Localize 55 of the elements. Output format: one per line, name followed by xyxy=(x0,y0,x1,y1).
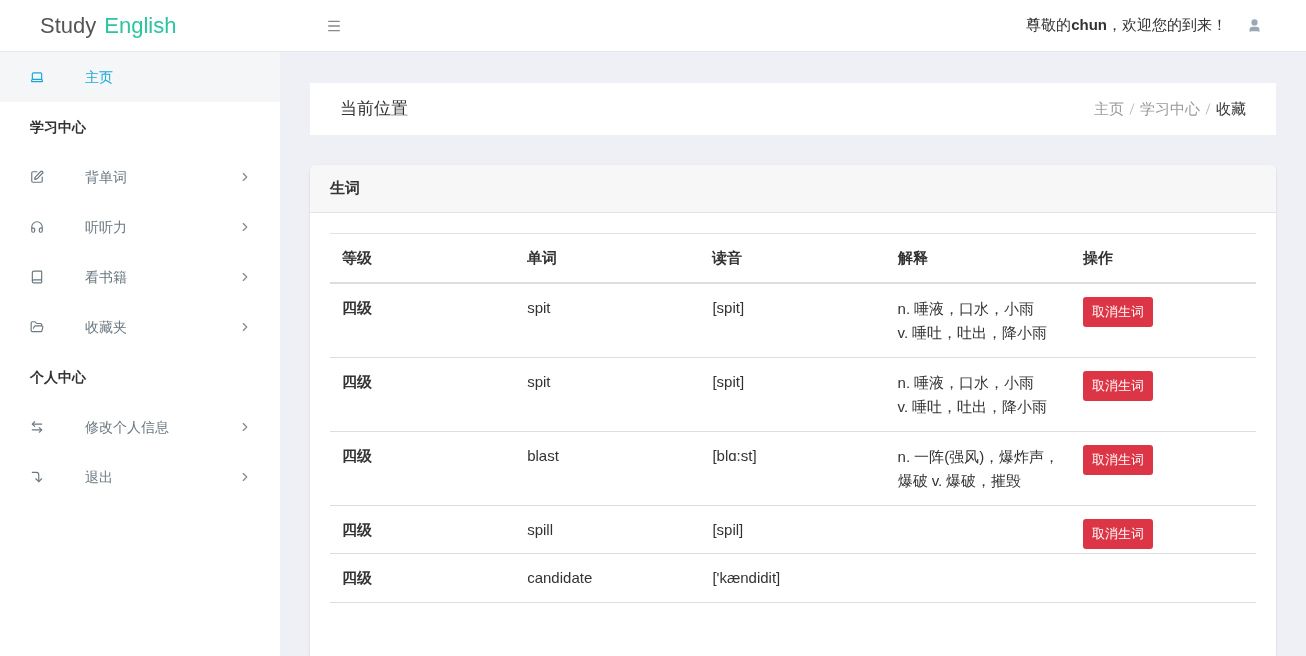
word-cell: spit xyxy=(527,372,551,390)
level-cell: 四级 xyxy=(342,446,372,464)
column-header: 等级 xyxy=(342,248,372,266)
sidebar-item[interactable]: 修改个人信息 xyxy=(0,402,280,452)
sidebar-item[interactable]: 听听力 xyxy=(0,202,280,252)
remove-word-button[interactable]: 取消生词 xyxy=(1082,296,1153,327)
sidebar-item[interactable]: 看书籍 xyxy=(0,252,280,302)
breadcrumb-link[interactable]: 主页 xyxy=(1094,97,1124,121)
section-heading: 学习中心 xyxy=(30,117,86,137)
column-header: 操作 xyxy=(1082,248,1113,266)
word-cell: spit xyxy=(527,298,551,316)
down-arrow-icon xyxy=(30,470,44,484)
user-icon[interactable] xyxy=(1247,18,1262,33)
edit-icon xyxy=(30,170,44,184)
level-cell: 四级 xyxy=(342,520,372,538)
phonetic-cell: [spit] xyxy=(712,372,745,390)
phonetic-cell: [spit] xyxy=(712,298,745,316)
breadcrumb-link[interactable]: 学习中心 xyxy=(1140,97,1200,121)
logo-text: Study xyxy=(40,12,97,40)
column-header: 读音 xyxy=(712,248,743,266)
slash-icon xyxy=(1129,103,1135,115)
sidebar-item[interactable]: 收藏夹 xyxy=(0,302,280,352)
remove-word-button[interactable]: 取消生词 xyxy=(1082,370,1153,401)
slash-icon xyxy=(1205,103,1211,115)
remove-word-button[interactable]: 取消生词 xyxy=(1082,444,1153,475)
level-cell: 四级 xyxy=(342,372,372,390)
word-cell: blast xyxy=(527,446,559,464)
phonetic-cell: [blɑ:st] xyxy=(712,446,757,464)
book-icon xyxy=(30,270,44,284)
laptop-icon xyxy=(30,70,44,84)
remove-word-button[interactable]: 取消生词 xyxy=(1082,518,1153,549)
headphones-icon xyxy=(30,220,44,234)
location-title: 当前位置 xyxy=(340,98,409,121)
meaning-text: n. 一阵(强风)，爆炸声，爆破 v. 爆破，摧毁 xyxy=(897,446,1060,491)
folder-icon xyxy=(30,320,44,334)
meaning-text: n. 唾液，口水，小雨 xyxy=(897,372,1036,393)
logo-text: English xyxy=(104,12,177,40)
word-cell: candidate xyxy=(527,569,593,586)
card-title: 生词 xyxy=(330,178,360,199)
swap-arrows-icon xyxy=(30,420,44,434)
welcome-text: 尊敬的chun，欢迎您的到来！ xyxy=(1026,15,1227,36)
meaning-text: v. 唾吐，吐出，降小雨 xyxy=(897,322,1049,343)
sidebar-item[interactable]: 主页 xyxy=(0,52,280,102)
column-header: 单词 xyxy=(527,248,558,266)
section-heading: 个人中心 xyxy=(30,367,86,387)
phonetic-cell: [spil] xyxy=(712,520,744,538)
word-cell: spill xyxy=(527,520,554,538)
level-cell: 四级 xyxy=(342,298,372,316)
sidebar-item[interactable]: 背单词 xyxy=(0,152,280,202)
meaning-text: n. 唾液，口水，小雨 xyxy=(897,298,1036,319)
meaning-text: v. 唾吐，吐出，降小雨 xyxy=(897,396,1049,417)
level-cell: 四级 xyxy=(342,569,372,586)
phonetic-cell: ['kændidit] xyxy=(712,569,781,586)
sidebar-item[interactable]: 退出 xyxy=(0,452,280,502)
column-header: 解释 xyxy=(897,248,928,266)
